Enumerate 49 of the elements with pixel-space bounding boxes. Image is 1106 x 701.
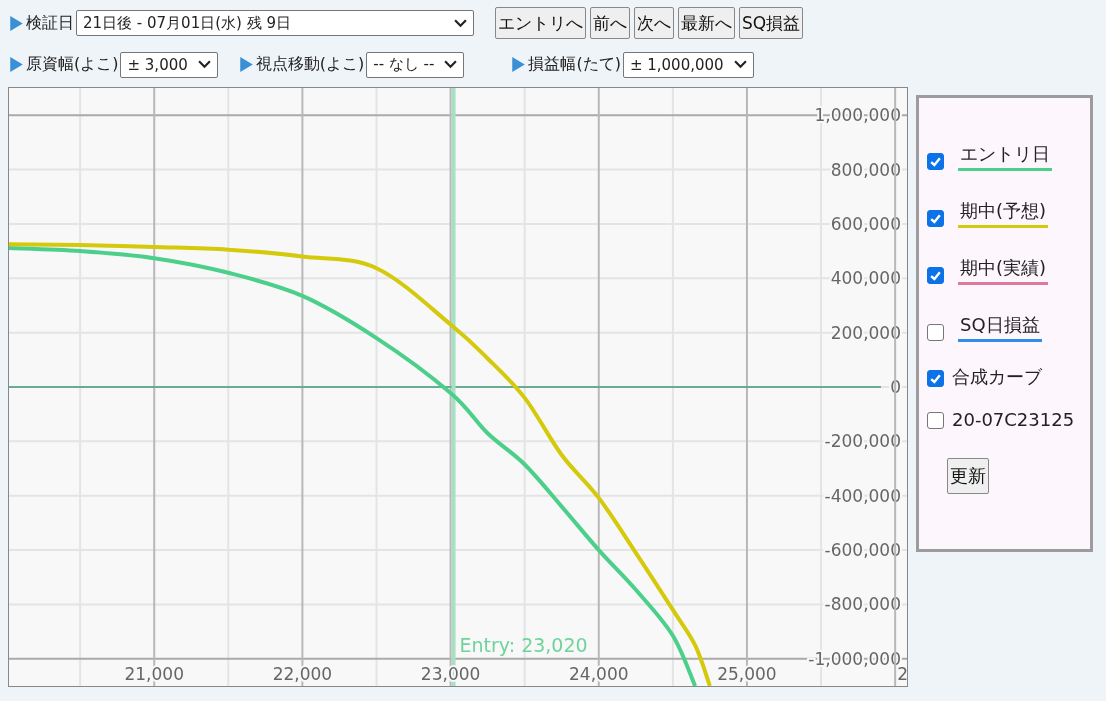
- checkbox[interactable]: [927, 411, 944, 429]
- y-tick-label: -800,000: [824, 594, 901, 615]
- triangle-icon: [10, 15, 23, 31]
- x-tick-label: 21,000: [124, 664, 184, 684]
- chevron-icon: [733, 60, 747, 69]
- update-button[interactable]: 更新: [947, 458, 989, 494]
- triangle-icon: [10, 57, 23, 72]
- y-tick-label: -400,000: [824, 485, 901, 506]
- x-tick-label: 23,000: [420, 664, 481, 684]
- nav-button[interactable]: 次へ: [634, 7, 674, 39]
- series-label: 期中(実績): [958, 256, 1049, 285]
- option-label: 合成カーブ: [952, 365, 1042, 389]
- option-label: 20-07C23125: [952, 408, 1075, 430]
- date-select[interactable]: 21日後 - 07月01日(水) 残 9日: [76, 10, 474, 36]
- x-tick-label: 24,000: [569, 664, 629, 684]
- date-label: 検証日: [26, 12, 74, 34]
- triangle-icon: [239, 57, 253, 72]
- checkbox[interactable]: [927, 210, 944, 227]
- y-tick-label: 600,000: [830, 213, 901, 234]
- y-tick-label: 1,000,000: [814, 105, 901, 126]
- y-tick-label: -200,000: [824, 431, 901, 452]
- range-select[interactable]: -- なし --: [366, 51, 465, 78]
- setting-label: 原資幅(よこ): [26, 54, 119, 75]
- chevron-icon: [454, 18, 467, 28]
- y-tick-label: 400,000: [830, 268, 901, 289]
- y-tick-label: 200,000: [830, 322, 901, 343]
- checkbox[interactable]: [927, 153, 944, 170]
- x-tick-label: 25,000: [717, 664, 777, 684]
- triangle-icon: [512, 57, 526, 72]
- y-tick-label: -600,000: [824, 540, 901, 561]
- nav-button[interactable]: 前へ: [590, 7, 630, 39]
- setting-label: 視点移動(よこ): [255, 54, 365, 75]
- series-label: 期中(予想): [958, 199, 1049, 228]
- checkbox[interactable]: [927, 267, 944, 284]
- nav-button[interactable]: SQ損益: [739, 7, 804, 39]
- y-tick-label: 800,000: [830, 159, 901, 180]
- nav-button[interactable]: エントリへ: [495, 7, 586, 39]
- series-label: エントリ日: [958, 142, 1052, 171]
- entry-label: Entry: 23,020: [459, 634, 588, 656]
- checkbox[interactable]: [927, 324, 944, 341]
- checkbox[interactable]: [927, 369, 944, 387]
- chevron-icon: [197, 60, 211, 69]
- x-tick-label: 22,000: [272, 664, 333, 684]
- chevron-icon: [444, 60, 458, 69]
- series-label: SQ日損益: [958, 313, 1042, 342]
- range-select[interactable]: ± 1,000,000: [622, 51, 754, 78]
- setting-label: 損益幅(たて): [528, 54, 621, 75]
- nav-button[interactable]: 最新へ: [678, 7, 735, 39]
- range-select[interactable]: ± 3,000: [120, 51, 218, 78]
